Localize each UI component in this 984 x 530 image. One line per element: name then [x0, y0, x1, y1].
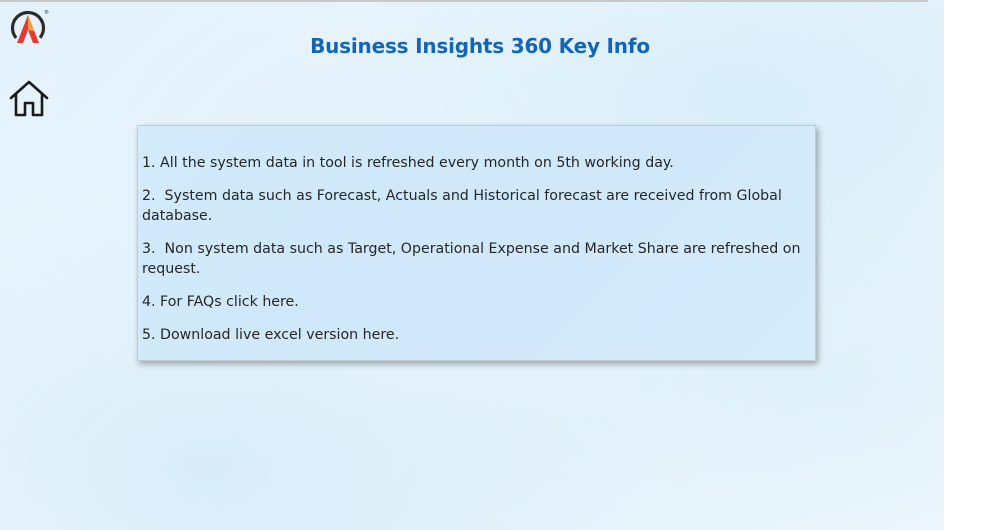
info-item-faq-link[interactable]: 4. For FAQs click here. — [142, 292, 801, 312]
brand-logo-icon: ® — [8, 6, 50, 48]
home-button[interactable] — [8, 78, 50, 118]
svg-text:®: ® — [44, 9, 49, 16]
info-item-download-link[interactable]: 5. Download live excel version here. — [142, 325, 801, 345]
info-item-system-data: 2. System data such as Forecast, Actuals… — [142, 188, 787, 224]
page-title: Business Insights 360 Key Info — [310, 34, 650, 58]
home-icon — [9, 80, 49, 117]
report-canvas: ® Business Insights 360 Key Info 1. All … — [0, 0, 944, 530]
info-item-refresh-schedule: 1. All the system data in tool is refres… — [142, 155, 674, 171]
info-item-non-system-data: 3. Non system data such as Target, Opera… — [142, 241, 805, 277]
key-info-card: 1. All the system data in tool is refres… — [137, 125, 816, 361]
top-border — [0, 0, 928, 2]
right-margin — [944, 0, 984, 530]
